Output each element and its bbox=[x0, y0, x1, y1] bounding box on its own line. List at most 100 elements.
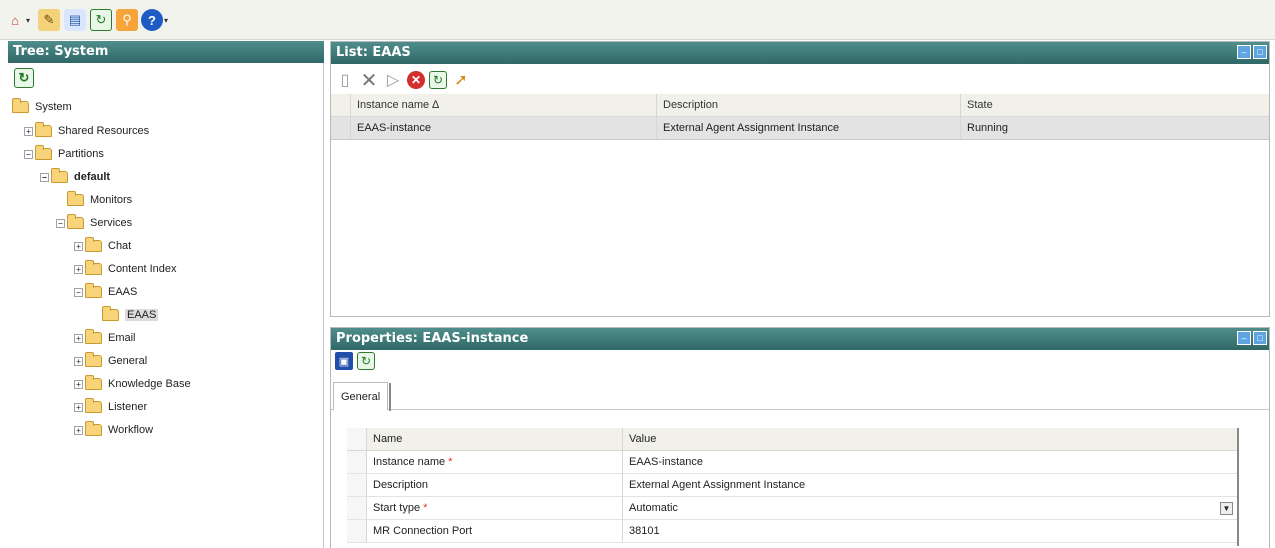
tree-panel: Tree: System ↻ System + Shared Resources… bbox=[8, 41, 324, 548]
collapse-icon[interactable]: − bbox=[40, 172, 49, 182]
properties-table: Name Value Instance name * EAAS-instance… bbox=[347, 428, 1237, 543]
cell-state: Running bbox=[967, 122, 1008, 134]
tab-strip: General bbox=[331, 378, 1269, 411]
cell-instance-name: EAAS-instance bbox=[351, 117, 657, 139]
tree-node-eaas-selected[interactable]: EAAS bbox=[102, 306, 159, 324]
folder-icon bbox=[85, 237, 102, 252]
folder-icon bbox=[85, 352, 102, 367]
book-icon[interactable]: ▤ bbox=[64, 9, 86, 31]
folder-icon bbox=[51, 168, 68, 183]
tree-node-partitions[interactable]: − Partitions bbox=[24, 145, 104, 163]
collapse-icon[interactable]: − bbox=[56, 218, 65, 228]
tree-panel-title: Tree: System bbox=[8, 41, 324, 63]
table-row[interactable]: EAAS-instance External Agent Assignment … bbox=[331, 117, 1269, 140]
minimize-icon[interactable]: – bbox=[1237, 45, 1251, 59]
maximize-icon[interactable]: □ bbox=[1253, 45, 1267, 59]
folder-icon bbox=[85, 329, 102, 344]
column-header-state[interactable]: State bbox=[961, 94, 1269, 116]
properties-window-controls: – □ bbox=[1237, 331, 1267, 345]
home-icon[interactable]: ⌂ bbox=[4, 9, 26, 31]
table-header: Instance name ∆ Description State bbox=[331, 94, 1269, 117]
table-row[interactable]: Description External Agent Assignment In… bbox=[347, 474, 1237, 497]
property-name: Description bbox=[367, 474, 623, 496]
folder-icon bbox=[85, 260, 102, 275]
tools-icon[interactable]: ⚲ bbox=[116, 9, 138, 31]
tab-general[interactable]: General bbox=[333, 382, 392, 411]
folder-icon bbox=[35, 122, 52, 137]
required-marker: * bbox=[448, 456, 453, 468]
collapse-icon[interactable]: − bbox=[24, 149, 33, 159]
table-row[interactable]: MR Connection Port 38101 bbox=[347, 520, 1237, 543]
refresh-icon[interactable]: ↻ bbox=[357, 352, 375, 370]
folder-icon bbox=[85, 375, 102, 390]
expand-icon[interactable]: + bbox=[74, 402, 83, 412]
expand-icon[interactable]: + bbox=[74, 241, 83, 251]
tree-node-workflow[interactable]: + Workflow bbox=[74, 421, 153, 439]
tree-node-monitors[interactable]: Monitors bbox=[67, 191, 132, 209]
properties-panel: Properties: EAAS-instance – □ ▣ ↻ Genera… bbox=[330, 327, 1270, 548]
instance-name-field[interactable]: EAAS-instance bbox=[623, 451, 1237, 473]
delete-icon[interactable]: ✕ bbox=[359, 70, 379, 92]
tree-refresh-button[interactable]: ↻ bbox=[14, 68, 34, 88]
expand-icon[interactable]: + bbox=[74, 425, 83, 435]
tree-node-general[interactable]: + General bbox=[74, 352, 147, 370]
column-header-name: Name bbox=[367, 428, 623, 450]
save-icon[interactable]: ▣ bbox=[335, 352, 353, 370]
property-name: Start type * bbox=[367, 497, 623, 519]
tree-node-system[interactable]: System bbox=[12, 98, 72, 116]
refresh-icon[interactable]: ↻ bbox=[90, 9, 112, 31]
list-window-controls: – □ bbox=[1237, 45, 1267, 59]
tree-node-eaas-service[interactable]: − EAAS bbox=[74, 283, 137, 301]
main-toolbar: ⌂ ▾ ✎ ▤ ↻ ⚲ ? ▾ bbox=[0, 0, 1275, 40]
instance-table: Instance name ∆ Description State EAAS-i… bbox=[331, 94, 1269, 140]
tree-node-listener[interactable]: + Listener bbox=[74, 398, 147, 416]
folder-icon bbox=[35, 145, 52, 160]
expand-icon[interactable]: + bbox=[74, 333, 83, 343]
tree-node-content-index[interactable]: + Content Index bbox=[74, 260, 177, 278]
new-icon[interactable]: ▯ bbox=[335, 70, 355, 90]
start-type-select[interactable]: Automatic ▼ bbox=[623, 497, 1237, 519]
column-header-instance-name[interactable]: Instance name ∆ bbox=[351, 94, 657, 116]
properties-toolbar: ▣ ↻ bbox=[335, 352, 375, 370]
column-header-value: Value bbox=[629, 433, 657, 445]
export-icon[interactable]: ➚ bbox=[451, 70, 471, 90]
list-panel: List: EAAS – □ ▯ ✕ ▷ ✕ ↻ ➚ Instance name… bbox=[330, 41, 1270, 317]
collapse-icon[interactable]: − bbox=[74, 287, 83, 297]
expand-icon[interactable]: + bbox=[24, 126, 33, 136]
folder-icon bbox=[85, 398, 102, 413]
tree-node-chat[interactable]: + Chat bbox=[74, 237, 131, 255]
folder-icon bbox=[12, 98, 29, 113]
minimize-icon[interactable]: – bbox=[1237, 331, 1251, 345]
help-icon[interactable]: ? bbox=[141, 9, 163, 31]
dropdown-caret-icon[interactable]: ▾ bbox=[26, 16, 34, 25]
list-panel-title: List: EAAS bbox=[331, 42, 1269, 64]
start-icon[interactable]: ▷ bbox=[383, 70, 403, 90]
table-row[interactable]: Start type * Automatic ▼ bbox=[347, 497, 1237, 520]
tree-node-default[interactable]: − default bbox=[40, 168, 110, 186]
stop-icon[interactable]: ✕ bbox=[407, 71, 425, 89]
cell-description: External Agent Assignment Instance bbox=[657, 117, 961, 139]
refresh-icon[interactable]: ↻ bbox=[429, 71, 447, 89]
description-field[interactable]: External Agent Assignment Instance bbox=[623, 474, 1237, 496]
folder-icon bbox=[85, 283, 102, 298]
chevron-down-icon[interactable]: ▼ bbox=[1220, 502, 1233, 515]
table-row[interactable]: Instance name * EAAS-instance bbox=[347, 451, 1237, 474]
folder-icon bbox=[85, 421, 102, 436]
table-scroll-edge bbox=[1237, 428, 1239, 546]
expand-icon[interactable]: + bbox=[74, 264, 83, 274]
dropdown-caret-icon[interactable]: ▾ bbox=[164, 16, 172, 25]
expand-icon[interactable]: + bbox=[74, 356, 83, 366]
column-header-description[interactable]: Description bbox=[657, 94, 961, 116]
maximize-icon[interactable]: □ bbox=[1253, 331, 1267, 345]
property-name: Instance name * bbox=[367, 451, 623, 473]
table-header: Name Value bbox=[347, 428, 1237, 451]
properties-panel-title: Properties: EAAS-instance bbox=[331, 328, 1269, 350]
tree-node-shared-resources[interactable]: + Shared Resources bbox=[24, 122, 149, 140]
folder-icon bbox=[67, 214, 84, 229]
tree-node-email[interactable]: + Email bbox=[74, 329, 136, 347]
mr-connection-port-field[interactable]: 38101 bbox=[623, 520, 1237, 542]
tree-node-knowledge-base[interactable]: + Knowledge Base bbox=[74, 375, 191, 393]
edit-icon[interactable]: ✎ bbox=[38, 9, 60, 31]
tree-node-services[interactable]: − Services bbox=[56, 214, 132, 232]
expand-icon[interactable]: + bbox=[74, 379, 83, 389]
